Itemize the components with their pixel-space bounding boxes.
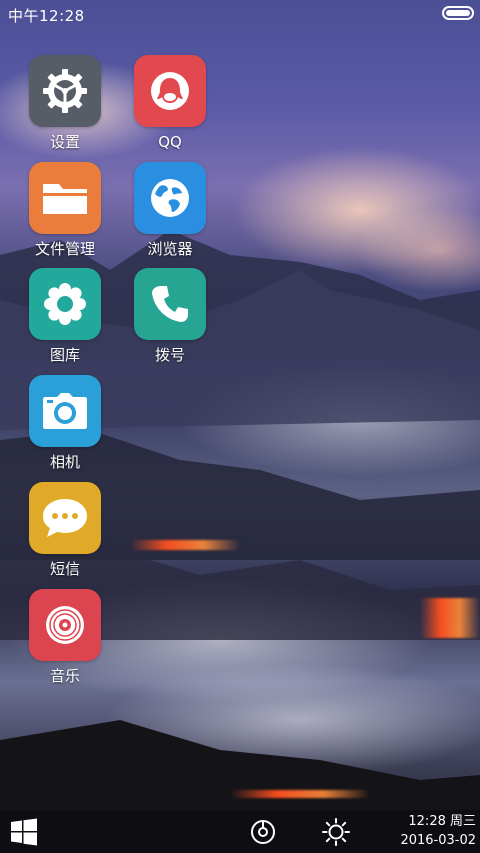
app-browser[interactable]: 浏览器 xyxy=(125,162,215,258)
app-camera-tile[interactable] xyxy=(29,375,101,447)
app-dialer-tile[interactable] xyxy=(134,268,206,340)
status-time: 中午12:28 xyxy=(8,7,85,25)
clock-date: 2016-03-02 xyxy=(400,833,476,848)
lava-stream xyxy=(420,598,480,638)
start-button[interactable] xyxy=(6,810,42,853)
brightness-button[interactable] xyxy=(318,810,354,853)
app-label: 图库 xyxy=(49,346,80,364)
music-button[interactable] xyxy=(246,810,280,853)
app-messages[interactable]: 短信 xyxy=(20,482,110,578)
app-label: 设置 xyxy=(49,133,80,151)
camera-icon xyxy=(43,393,87,429)
app-label: 浏览器 xyxy=(147,240,193,258)
app-messages-tile[interactable] xyxy=(29,482,101,554)
app-label: 短信 xyxy=(49,560,80,578)
taskbar: 12:28 周三 2016-03-02 xyxy=(0,810,480,853)
app-gallery[interactable]: 图库 xyxy=(20,268,110,364)
app-browser-tile[interactable] xyxy=(134,162,206,234)
globe-icon xyxy=(151,179,189,217)
chat-bubble-icon xyxy=(43,499,87,537)
flower-icon xyxy=(44,283,86,325)
app-label: 文件管理 xyxy=(34,240,95,258)
app-settings-tile[interactable] xyxy=(29,55,101,127)
music-disc-icon xyxy=(46,606,84,644)
app-qq[interactable]: QQ xyxy=(125,55,215,151)
taskbar-clock[interactable]: 12:28 周三 2016-03-02 xyxy=(394,812,476,850)
app-label: 音乐 xyxy=(49,667,80,685)
folder-icon xyxy=(43,184,87,214)
app-music[interactable]: 音乐 xyxy=(20,589,110,685)
app-settings[interactable]: 设置 xyxy=(20,55,110,151)
qq-penguin-icon xyxy=(151,72,189,110)
gear-icon xyxy=(43,69,87,113)
lava-stream xyxy=(230,790,370,798)
windows-logo-icon xyxy=(11,818,37,845)
app-label: QQ xyxy=(158,133,182,151)
lava-stream xyxy=(130,540,240,550)
status-bar: 中午12:28 xyxy=(0,0,480,28)
app-file-manager[interactable]: 文件管理 xyxy=(20,162,110,258)
app-label: 拨号 xyxy=(154,346,185,364)
clock-time: 12:28 周三 xyxy=(408,814,476,829)
app-music-tile[interactable] xyxy=(29,589,101,661)
brightness-sun-icon xyxy=(322,817,350,846)
app-dialer[interactable]: 拨号 xyxy=(125,268,215,364)
app-qq-tile[interactable] xyxy=(134,55,206,127)
app-camera[interactable]: 相机 xyxy=(20,375,110,471)
battery-icon xyxy=(442,6,474,20)
phone-icon xyxy=(152,286,188,322)
app-gallery-tile[interactable] xyxy=(29,268,101,340)
music-disc-icon xyxy=(251,819,275,844)
app-file-manager-tile[interactable] xyxy=(29,162,101,234)
app-label: 相机 xyxy=(49,453,80,471)
